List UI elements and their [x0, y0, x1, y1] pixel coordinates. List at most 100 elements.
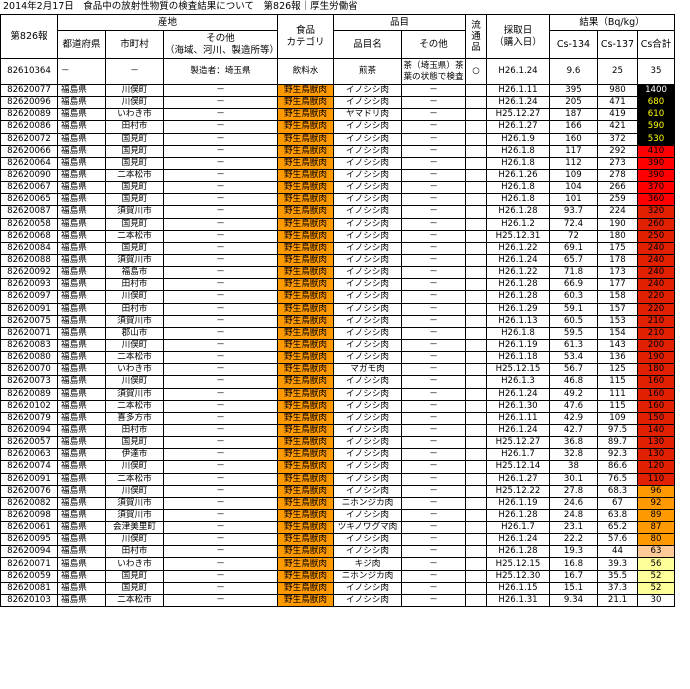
cell-cs134: 53.4 — [549, 351, 598, 365]
cell-cs-total: 80 — [637, 533, 675, 547]
cell-cs134: 93.7 — [549, 205, 598, 219]
header-distributed: 流通品 — [465, 14, 487, 59]
cell-prefecture: 福島県 — [57, 253, 106, 268]
cell-prefecture: 福島県 — [57, 496, 106, 510]
table-row: 82620103 福島県 二本松市－野生鳥獣肉 イノシシ肉－ H26.1.31 9.34 2… — [0, 593, 675, 608]
cell-municipality: 会津美里町 — [105, 521, 164, 535]
cell-municipality: 国見町 — [105, 217, 164, 231]
cell-sample-date: H25.12.15 — [486, 557, 550, 571]
cell-cs134: 46.8 — [549, 375, 598, 389]
cell-item-other: － — [401, 423, 466, 438]
cell-cs134: 101 — [549, 193, 598, 207]
cell-cs137: 115 — [597, 375, 638, 389]
cell-category: 野生鳥獣肉 — [277, 472, 334, 486]
cell-municipality: 田村市 — [105, 120, 164, 134]
cell-cs134: 36.8 — [549, 436, 598, 450]
header-prefecture: 都道府県 — [57, 30, 106, 59]
cell-distributed — [465, 472, 487, 486]
cell-category: 野生鳥獣肉 — [277, 508, 334, 523]
table-row: 82620080 福島県 二本松市－野生鳥獣肉 イノシシ肉－ H26.1.18 53.4 1… — [0, 351, 675, 365]
cell-municipality: 国見町 — [105, 132, 164, 146]
cell-category: 野生鳥獣肉 — [277, 399, 334, 413]
cell-sample-id: 82620070 — [0, 363, 58, 377]
cell-item-other: － — [401, 472, 466, 486]
cell-cs137: 273 — [597, 156, 638, 170]
cell-cs137: 76.5 — [597, 472, 638, 486]
cell-category: 野生鳥獣肉 — [277, 193, 334, 207]
cell-sample-id: 82620091 — [0, 302, 58, 316]
cell-item-name: イノシシ肉 — [333, 484, 402, 498]
cell-cs-total: 240 — [637, 278, 675, 292]
cell-category: 野生鳥獣肉 — [277, 132, 334, 146]
table-row: 82620061 福島県 会津美里町－野生鳥獣肉 ツキノワグマ肉－ H26.1.7 23.… — [0, 521, 675, 535]
cell-sample-date: H25.12.22 — [486, 484, 550, 498]
cell-sample-id: 82620072 — [0, 132, 58, 146]
table-row: 82620057 福島県 国見町－野生鳥獣肉 イノシシ肉－ H25.12.27 36.8 8… — [0, 436, 675, 450]
cell-cs-total: 360 — [637, 193, 675, 207]
cell-prefecture: 福島県 — [57, 351, 106, 365]
cell-cs134: 61.3 — [549, 338, 598, 353]
header-item-other: その他 — [401, 30, 466, 59]
cell-cs134: 65.7 — [549, 253, 598, 268]
cell-cs-total: 210 — [637, 326, 675, 340]
cell-item-name: イノシシ肉 — [333, 411, 402, 425]
table-row: 82620081 福島県 国見町－野生鳥獣肉 イノシシ肉－ H26.1.15 15.1 37… — [0, 581, 675, 595]
cell-distributed — [465, 593, 487, 608]
cell-distributed — [465, 302, 487, 316]
cell-sample-id: 82620068 — [0, 229, 58, 243]
cell-cs137: 115 — [597, 399, 638, 413]
cell-item-name: 煎茶 — [333, 58, 402, 85]
cell-sample-date: H26.1.8 — [486, 193, 550, 207]
cell-sample-id: 82620063 — [0, 448, 58, 462]
cell-cs137: 89.7 — [597, 436, 638, 450]
cell-cs-total: 160 — [637, 387, 675, 401]
cell-sample-date: H26.1.24 — [486, 533, 550, 547]
cell-sample-id: 82620065 — [0, 193, 58, 207]
cell-category: 野生鳥獣肉 — [277, 120, 334, 134]
cell-item-other: － — [401, 375, 466, 389]
cell-cs-total: 52 — [637, 569, 675, 583]
cell-distributed — [465, 387, 487, 401]
cell-municipality: 田村市 — [105, 302, 164, 316]
cell-municipality: 二本松市 — [105, 472, 164, 486]
cell-origin-other: － — [163, 229, 278, 243]
cell-distributed — [465, 193, 487, 207]
cell-item-name: イノシシ肉 — [333, 205, 402, 219]
table-row: 82620067 福島県 国見町－野生鳥獣肉 イノシシ肉－ H26.1.8 104 266 3… — [0, 181, 675, 195]
cell-item-other: － — [401, 569, 466, 583]
cell-cs137: 980 — [597, 83, 638, 98]
cell-prefecture: 福島県 — [57, 521, 106, 535]
cell-municipality: 国見町 — [105, 241, 164, 255]
cell-item-other: － — [401, 533, 466, 547]
cell-sample-date: H26.1.8 — [486, 144, 550, 158]
cell-sample-date: H26.1.7 — [486, 448, 550, 462]
cell-cs134: 112 — [549, 156, 598, 170]
table-row: 82620095 福島県 川俣町－野生鳥獣肉 イノシシ肉－ H26.1.24 22.2 57… — [0, 533, 675, 547]
cell-item-name: イノシシ肉 — [333, 326, 402, 340]
cell-prefecture: 福島県 — [57, 241, 106, 255]
cell-prefecture: 福島県 — [57, 132, 106, 146]
cell-cs134: 205 — [549, 96, 598, 110]
cell-cs134: 69.1 — [549, 241, 598, 255]
cell-sample-id: 82620103 — [0, 593, 58, 608]
cell-item-other: － — [401, 545, 466, 559]
cell-sample-id: 82620084 — [0, 241, 58, 255]
table-row: 82620082 福島県 須賀川市－野生鳥獣肉 ニホンジカ肉－ H26.1.19 24.6… — [0, 496, 675, 510]
cell-cs137: 292 — [597, 144, 638, 158]
cell-category: 野生鳥獣肉 — [277, 83, 334, 98]
header-cs-total: Cs合計 — [637, 30, 675, 59]
cell-sample-date: H26.1.28 — [486, 205, 550, 219]
cell-prefecture: 福島県 — [57, 193, 106, 207]
cell-item-other: － — [401, 253, 466, 268]
cell-cs137: 111 — [597, 387, 638, 401]
cell-origin-other: － — [163, 472, 278, 486]
cell-prefecture: 福島県 — [57, 363, 106, 377]
cell-prefecture: 福島県 — [57, 399, 106, 413]
cell-distributed — [465, 338, 487, 353]
cell-cs-total: 210 — [637, 314, 675, 328]
cell-sample-date: H26.1.22 — [486, 241, 550, 255]
cell-origin-other: － — [163, 545, 278, 559]
cell-municipality: 川俣町 — [105, 533, 164, 547]
cell-sample-date: H26.1.22 — [486, 266, 550, 280]
cell-sample-id: 82620059 — [0, 569, 58, 583]
